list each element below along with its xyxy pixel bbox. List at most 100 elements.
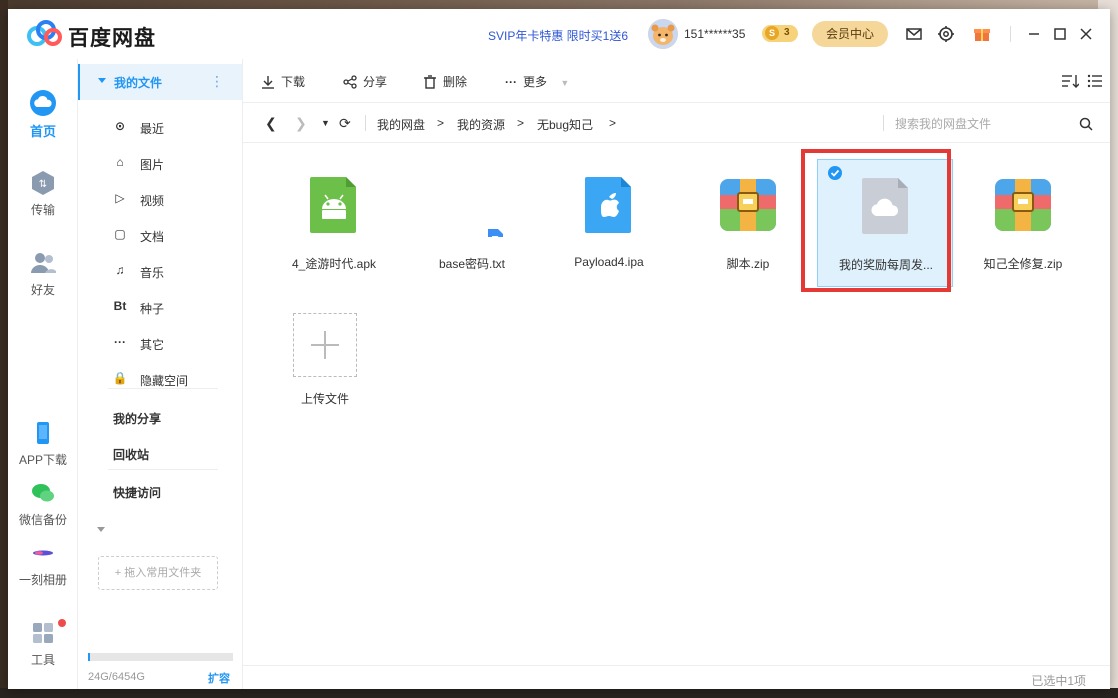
file-name: Payload4.ipa [574,255,644,269]
download-button[interactable]: 下载 [261,73,305,90]
avatar[interactable] [648,19,678,49]
category-label: 音乐 [140,266,165,280]
storage-usage-text: 24G/6454G [88,671,145,683]
status-bar: 已选中1项 [243,665,1110,689]
sidebar-category-item[interactable]: 🔒 隐藏空间 [78,361,242,397]
desktop-background-left [0,0,8,698]
file-item-selected[interactable]: 我的奖励每周发... [817,159,953,287]
search-icon[interactable] [1079,117,1093,131]
rail-tools[interactable]: 工具 [8,619,78,668]
wechat-icon [32,484,54,502]
sidebar-divider [108,469,218,470]
maximize-icon[interactable] [1050,24,1070,44]
sidebar: 我的文件 ⋮ ⊙ 最近 ⌂ 图片 ▷ 视频 ▢ 文档 ♫ 音乐 Bt 种子 ··· 其它 🔒 隐藏空间 我的分… [78,59,243,689]
gift-icon[interactable] [972,24,992,44]
rail-album[interactable]: 一刻相册 [8,539,78,588]
refresh-icon[interactable]: ⟳ [339,115,351,132]
more-button[interactable]: ··· 更多 ▼ [505,73,569,90]
file-item[interactable]: 脚本.zip [680,159,816,287]
avatar-face-icon [648,19,678,49]
share-button[interactable]: 分享 [343,73,387,90]
sidebar-category-item[interactable]: Bt 种子 [78,289,242,325]
share-icon [343,75,357,89]
history-dropdown-icon[interactable]: ▼ [321,118,330,128]
rail-home-label: 首页 [29,124,56,139]
category-label: 图片 [140,158,165,172]
rail-home[interactable]: 首页 [8,89,78,140]
file-name: 4_途游时代.apk [291,257,377,271]
sidebar-category-item[interactable]: ⌂ 图片 [78,145,242,181]
sidebar-my-share[interactable]: 我的分享 [113,410,161,427]
search-input[interactable] [895,113,1065,135]
category-icon: Bt [113,299,127,313]
settings-gear-icon[interactable] [936,24,956,44]
category-icon: ▢ [114,227,126,241]
sidebar-category-item[interactable]: ♫ 音乐 [78,253,242,289]
selection-status: 已选中1项 [1031,674,1086,688]
sidebar-category-item[interactable]: ⊙ 最近 [78,109,242,145]
category-icon: 🔒 [112,371,128,385]
chevron-down-icon: ▼ [560,78,570,88]
caret-down-icon[interactable] [98,78,106,83]
back-arrow-icon[interactable]: ❮ [265,115,277,132]
storage-progress-bar [88,653,233,661]
sidebar-category-item[interactable]: ▷ 视频 [78,181,242,217]
baidu-cloud-logo-icon [27,20,62,46]
file-item[interactable]: 4_途游时代.apk [266,159,402,287]
trash-icon [424,75,436,89]
file-item[interactable]: 知己全修复.zip [955,159,1091,287]
download-label: 下载 [281,75,306,89]
coin-badge[interactable]: S 3 [762,25,798,42]
svip-promo-link[interactable]: SVIP年卡特惠 限时买1送6 [488,27,628,44]
svg-text:⇅: ⇅ [39,179,47,190]
rail-tools-label: 工具 [30,653,55,667]
sidebar-recycle-bin[interactable]: 回收站 [113,446,149,463]
list-view-icon[interactable] [1087,73,1103,89]
sort-icon[interactable] [1061,73,1079,89]
navigation-bar: ❮ ❯ ▼ ⟳ 我的网盘 > 我的资源 > 无bug知己 > [243,103,1110,143]
home-cloud-icon [30,90,56,116]
toolbar: 下载 分享 删除 ··· 更多 ▼ [243,59,1110,103]
txt-file-icon: T [488,229,503,237]
phone-icon [37,422,49,444]
ipa-file-icon [585,177,631,233]
upload-file-button[interactable] [293,313,357,377]
breadcrumb-item[interactable]: 我的资源 [457,116,505,133]
tools-notification-dot [58,619,66,627]
vip-center-button[interactable]: 会员中心 [812,21,888,47]
category-label: 隐藏空间 [140,374,189,388]
rail-app-download-label: APP下载 [18,453,67,467]
delete-button[interactable]: 删除 [423,73,467,90]
file-item[interactable]: T base密码.txt [404,159,540,287]
sidebar-category-item[interactable]: ··· 其它 [78,325,242,361]
sidebar-my-files[interactable]: 我的文件 ⋮ [78,64,242,100]
file-item[interactable]: Payload4.ipa [541,159,677,287]
sidebar-quick-access[interactable]: 快捷访问 [113,484,161,501]
forward-arrow-icon[interactable]: ❯ [295,115,307,132]
rail-friends[interactable]: 好友 [8,249,78,298]
breadcrumb-item[interactable]: 我的网盘 [377,116,425,133]
username[interactable]: 151******35 [684,27,745,41]
category-icon: ⊙ [114,119,126,133]
breadcrumb-item[interactable]: 无bug知己 [537,116,593,133]
sidebar-category-item[interactable]: ▢ 文档 [78,217,242,253]
more-dots-icon: ··· [505,75,517,89]
file-name: 脚本.zip [726,257,770,271]
cloud-file-icon [862,178,908,234]
rail-app-download[interactable]: APP下载 [8,419,78,468]
breadcrumb-separator: > [437,116,445,130]
minimize-icon[interactable] [1024,24,1044,44]
rail-transfer[interactable]: ⇅ 传输 [8,169,78,218]
checkmark-icon[interactable] [828,166,842,180]
caret-down-icon[interactable] [97,527,105,532]
rail-transfer-label: 传输 [30,203,55,217]
close-icon[interactable] [1076,24,1096,44]
category-icon: ♫ [115,263,125,277]
drag-folder-dropzone[interactable]: + 拖入常用文件夹 [98,556,218,590]
desktop-taskbar-edge [0,688,1118,698]
svg-text:T: T [491,235,499,237]
rail-wechat-backup[interactable]: 微信备份 [8,479,78,528]
more-vertical-icon[interactable]: ⋮ [210,73,224,90]
expand-storage-link[interactable]: 扩容 [208,670,230,686]
mail-icon[interactable] [904,24,924,44]
